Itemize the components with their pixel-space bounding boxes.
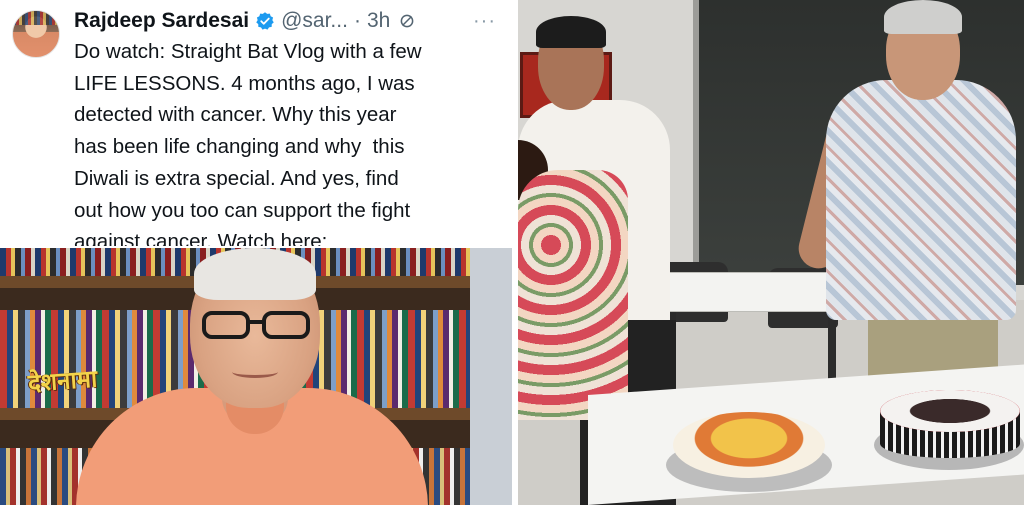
man-right-shirt [826,80,1016,320]
avatar-bookshelf [13,11,59,25]
verified-badge-icon [256,12,274,30]
tweet-header: Rajdeep Sardesai @sar... · 3h ··· [74,6,496,36]
back-table [653,272,843,312]
man-left-hair [536,16,606,48]
avatar[interactable] [12,10,60,58]
black-forest-cake [880,390,1020,432]
separator-dot: · [353,9,361,32]
author-handle[interactable]: @sar... [281,9,348,33]
man-right-hair [884,0,962,34]
more-icon[interactable]: ··· [473,10,496,33]
tweet-card: Rajdeep Sardesai @sar... · 3h ··· Do wat… [0,0,512,505]
tweet-text: Do watch: Straight Bat Vlog with a few L… [74,40,422,246]
person-hair [194,248,316,300]
celebration-photo [518,0,1024,505]
video-thumbnail[interactable]: देशनामा [0,248,512,505]
fruit-cake [673,412,825,478]
eyeglasses [202,311,310,339]
channel-watermark: देशनामा [27,364,99,398]
wall [470,248,512,505]
author-name[interactable]: Rajdeep Sardesai [74,9,249,33]
woman-floral-top [518,170,628,420]
tweet-timestamp[interactable]: 3h [367,9,390,33]
person-smile [232,366,278,378]
glass-frame [693,0,699,300]
edit-icon [400,14,414,28]
